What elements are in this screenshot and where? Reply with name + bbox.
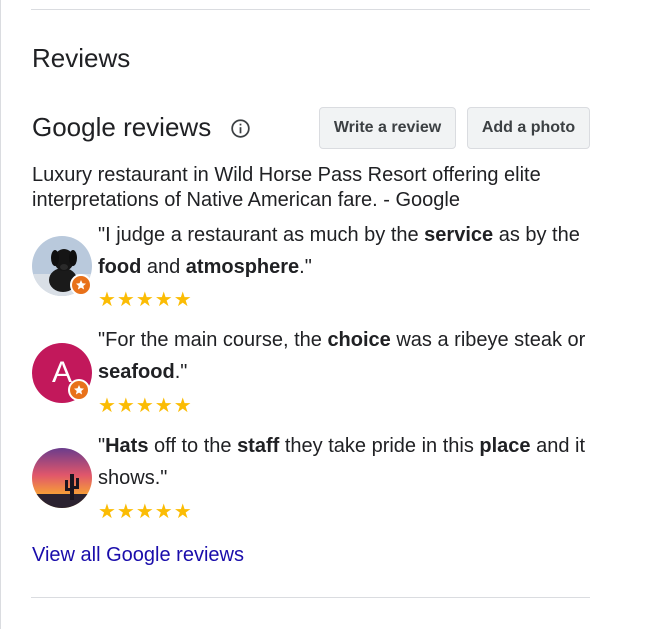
star-rating: ★★★★★	[98, 501, 193, 523]
review-text: "For the main course, the	[98, 329, 328, 351]
review-text: off to the	[148, 435, 238, 457]
place-description: Luxury restaurant in Wild Horse Pass Res…	[32, 164, 541, 211]
star-rating: ★★★★★	[98, 289, 193, 311]
review-keyword: food	[98, 256, 142, 278]
view-all-reviews-link[interactable]: View all Google reviews	[32, 542, 244, 568]
review-keyword: atmosphere	[185, 256, 300, 278]
review-keyword: seafood	[98, 361, 175, 383]
review-keyword: choice	[327, 329, 391, 351]
top-divider	[31, 9, 590, 10]
review-text: ."	[299, 256, 312, 278]
review-text: ."	[174, 361, 188, 383]
write-review-button[interactable]: Write a review	[319, 107, 456, 149]
sunset-photo	[32, 448, 92, 508]
star-badge-icon	[76, 280, 86, 290]
info-icon[interactable]	[230, 118, 251, 139]
panel-left-border	[0, 0, 1, 629]
review-text: was a ribeye steak or	[390, 329, 586, 351]
review-quote: "I judge a restaurant as much by the ser…	[98, 219, 608, 283]
review-text: and	[141, 256, 186, 278]
review-text: as by the	[493, 224, 580, 246]
review-keyword: Hats	[105, 435, 149, 457]
review-keyword: place	[479, 435, 531, 457]
star-rating: ★★★★★	[98, 395, 193, 417]
review-text: they take pride in this	[279, 435, 480, 457]
add-photo-button[interactable]: Add a photo	[467, 107, 590, 149]
review-text: "I judge a restaurant as much by the	[98, 224, 425, 246]
desert-sunset-avatar[interactable]	[32, 448, 92, 508]
star-badge-icon	[74, 385, 84, 395]
local-guide-badge	[70, 274, 92, 296]
review-quote: "Hats off to the staff they take pride i…	[98, 430, 608, 494]
bottom-divider	[31, 597, 590, 598]
review-keyword: service	[424, 224, 494, 246]
google-reviews-title: Google reviews	[32, 112, 212, 142]
section-title: Reviews	[32, 43, 131, 73]
local-guide-badge	[68, 379, 90, 401]
review-keyword: staff	[237, 435, 280, 457]
review-quote: "For the main course, the choice was a r…	[98, 324, 608, 388]
